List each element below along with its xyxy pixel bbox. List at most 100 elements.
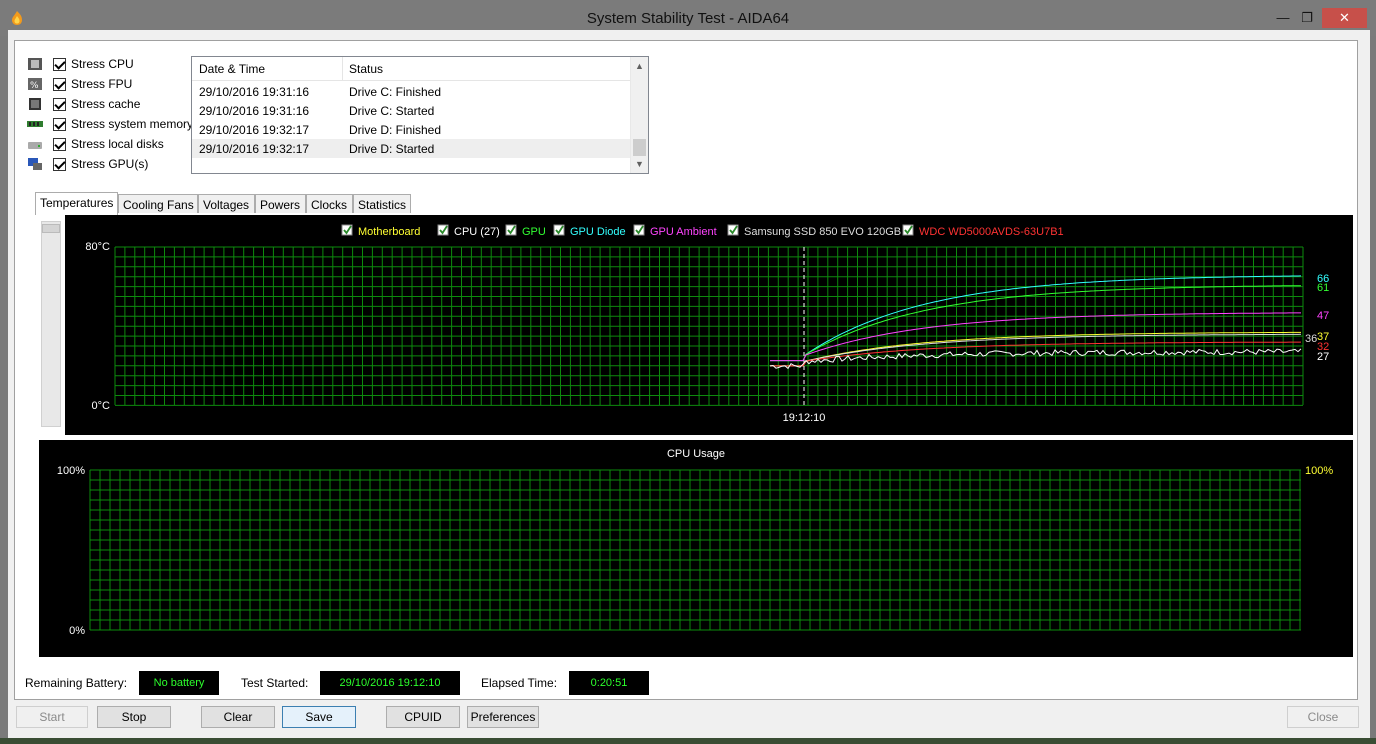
temperatures-panel: Motherboard CPU (27) GPU GPU Diode GPU Ambie… xyxy=(33,213,1355,657)
stress-fpu-option[interactable]: % Stress FPU xyxy=(27,75,207,95)
cpuid-button[interactable]: CPUID xyxy=(386,706,460,728)
cpu-usage-chart-svg: CPU Usage 100% 0% 100% xyxy=(57,448,1333,637)
restore-button[interactable]: ❐ xyxy=(1294,8,1320,28)
legend-item: CPU (27) xyxy=(437,224,500,238)
legend-item: Samsung SSD 850 EVO 120GB xyxy=(727,224,901,238)
tab-statistics[interactable]: Statistics xyxy=(353,194,411,214)
end-value-label-secondary: 36 xyxy=(1305,333,1317,345)
log-row[interactable]: 29/10/2016 19:32:17 Drive D: Finished xyxy=(192,120,630,139)
app-window: System Stability Test - AIDA64 — ❐ ✕ Str… xyxy=(0,0,1376,744)
log-header-status[interactable]: Status xyxy=(349,62,383,76)
stress-fpu-checkbox[interactable] xyxy=(53,78,66,91)
test-started-value: 29/10/2016 19:12:10 xyxy=(320,671,460,695)
clear-button[interactable]: Clear xyxy=(201,706,275,728)
window-title: System Stability Test - AIDA64 xyxy=(586,10,790,27)
y-axis-max-label: 100% xyxy=(57,465,85,477)
cpu-usage-chart: CPU Usage 100% 0% 100% xyxy=(39,440,1353,657)
slider-thumb[interactable] xyxy=(42,224,60,233)
stress-cache-option[interactable]: Stress cache xyxy=(27,95,207,115)
legend-label: CPU (27) xyxy=(454,226,500,238)
legend-label: WDC WD5000AVDS-63U7B1 xyxy=(919,226,1064,238)
y-axis-min-label: 0°C xyxy=(92,400,111,412)
svg-text:%: % xyxy=(30,81,39,91)
stress-memory-label: Stress system memory xyxy=(71,117,194,131)
end-value-label: 27 xyxy=(1317,351,1329,363)
stress-memory-option[interactable]: Stress system memory xyxy=(27,115,207,135)
stress-memory-checkbox[interactable] xyxy=(53,118,66,131)
y-axis-min-label: 0% xyxy=(69,625,85,637)
stress-cache-label: Stress cache xyxy=(71,97,141,111)
x-marker-label: 19:12:10 xyxy=(783,412,826,424)
client-area: Stress CPU % Stress FPU Stress cache Str… xyxy=(8,30,1370,738)
legend-item: Motherboard xyxy=(341,224,420,238)
scroll-thumb[interactable] xyxy=(633,139,646,156)
stress-options: Stress CPU % Stress FPU Stress cache Str… xyxy=(27,55,207,175)
temperature-chart: Motherboard CPU (27) GPU GPU Diode GPU Ambie… xyxy=(65,215,1353,435)
cpu-usage-title: CPU Usage xyxy=(667,448,725,460)
log-row-time: 29/10/2016 19:31:16 xyxy=(199,104,310,118)
start-button[interactable]: Start xyxy=(16,706,88,728)
tab-clocks[interactable]: Clocks xyxy=(306,194,353,214)
temperature-chart-svg: Motherboard CPU (27) GPU GPU Diode GPU Ambie… xyxy=(85,224,1329,424)
log-row[interactable]: 29/10/2016 19:31:16 Drive C: Finished xyxy=(192,82,630,101)
log-row-selected[interactable]: 29/10/2016 19:32:17 Drive D: Started xyxy=(192,139,630,158)
chart-grid xyxy=(114,246,1304,406)
chart-grid xyxy=(89,469,1301,631)
cache-icon xyxy=(29,98,41,110)
stress-gpu-option[interactable]: Stress GPU(s) xyxy=(27,155,207,175)
gpu-icon xyxy=(28,158,42,170)
elapsed-time-label: Elapsed Time: xyxy=(481,676,558,690)
scroll-down-icon[interactable]: ▼ xyxy=(635,159,644,169)
log-header-datetime[interactable]: Date & Time xyxy=(199,62,265,76)
stress-cpu-checkbox[interactable] xyxy=(53,58,66,71)
legend-label: GPU xyxy=(522,226,546,238)
window-close-button[interactable]: ✕ xyxy=(1322,8,1367,28)
chart-zoom-slider[interactable] xyxy=(41,221,61,427)
save-button[interactable]: Save xyxy=(282,706,356,728)
end-value-label: 47 xyxy=(1317,310,1329,322)
main-panel: Stress CPU % Stress FPU Stress cache Str… xyxy=(14,40,1358,700)
legend-label: Samsung SSD 850 EVO 120GB xyxy=(744,226,901,238)
battery-label: Remaining Battery: xyxy=(25,676,128,690)
y-axis-max-label: 80°C xyxy=(85,241,110,253)
legend-item: GPU Diode xyxy=(553,224,626,238)
elapsed-time-value: 0:20:51 xyxy=(569,671,649,695)
memory-icon xyxy=(27,121,43,127)
fpu-icon: % xyxy=(28,78,42,91)
log-row-status: Drive D: Started xyxy=(349,142,435,156)
legend-label: GPU Ambient xyxy=(650,226,717,238)
status-bar: Remaining Battery: No battery Test Start… xyxy=(15,663,1376,695)
stress-cpu-label: Stress CPU xyxy=(71,57,134,71)
tab-voltages[interactable]: Voltages xyxy=(198,194,255,214)
stress-disks-label: Stress local disks xyxy=(71,137,164,151)
taskbar xyxy=(0,738,1376,744)
end-value-label: 61 xyxy=(1317,282,1329,294)
disk-icon xyxy=(28,142,42,149)
battery-value: No battery xyxy=(139,671,219,695)
legend-item: GPU xyxy=(505,224,546,238)
event-log[interactable]: Date & Time Status 29/10/2016 19:31:16 D… xyxy=(191,56,649,174)
log-scrollbar[interactable]: ▲ ▼ xyxy=(630,57,648,173)
y-axis-right-label: 100% xyxy=(1305,465,1333,477)
log-row-status: Drive D: Finished xyxy=(349,123,442,137)
test-started-label: Test Started: xyxy=(241,676,309,690)
log-row-status: Drive C: Started xyxy=(349,104,435,118)
log-row[interactable]: 29/10/2016 19:31:16 Drive C: Started xyxy=(192,101,630,120)
minimize-button[interactable]: — xyxy=(1270,8,1296,28)
log-row-time: 29/10/2016 19:32:17 xyxy=(199,142,310,156)
stress-cache-checkbox[interactable] xyxy=(53,98,66,111)
preferences-button[interactable]: Preferences xyxy=(467,706,539,728)
stress-disks-option[interactable]: Stress local disks xyxy=(27,135,207,155)
stress-gpu-checkbox[interactable] xyxy=(53,158,66,171)
stress-disks-checkbox[interactable] xyxy=(53,138,66,151)
stress-cpu-option[interactable]: Stress CPU xyxy=(27,55,207,75)
tab-temperatures[interactable]: Temperatures xyxy=(35,192,118,215)
tab-powers[interactable]: Powers xyxy=(255,194,306,214)
legend-item: WDC WD5000AVDS-63U7B1 xyxy=(902,224,1064,238)
log-row-time: 29/10/2016 19:31:16 xyxy=(199,85,310,99)
log-row-status: Drive C: Finished xyxy=(349,85,442,99)
scroll-up-icon[interactable]: ▲ xyxy=(635,61,644,71)
tab-cooling-fans[interactable]: Cooling Fans xyxy=(118,194,198,214)
close-button[interactable]: Close xyxy=(1287,706,1359,728)
stop-button[interactable]: Stop xyxy=(97,706,171,728)
